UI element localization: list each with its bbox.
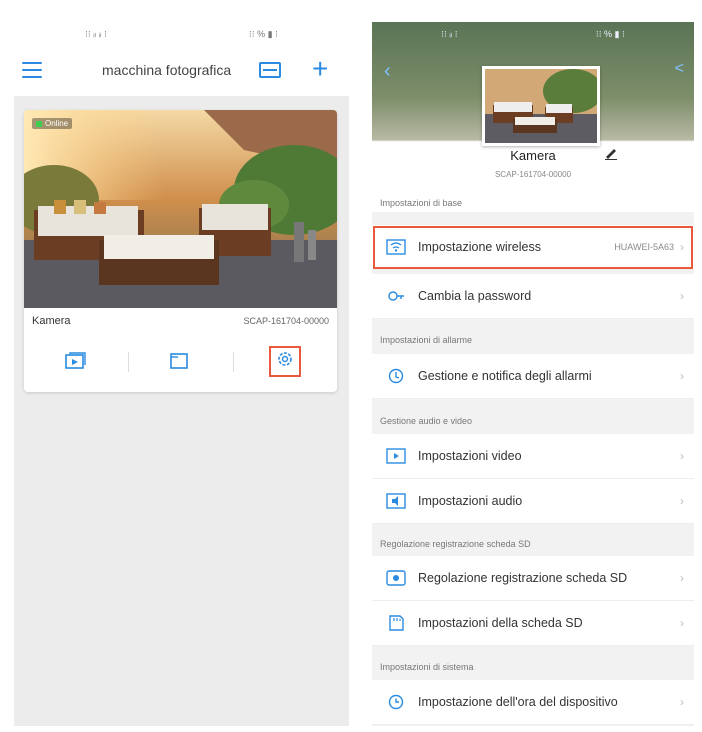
camera-settings-screen: ⁝⁝ ᵢₗ ⁝ ⁝⁝ % ▮ ⁝ ‹ < Kamera SCAP-161704-…: [372, 22, 694, 726]
alarm-icon: [388, 368, 404, 384]
chevron-right-icon: ›: [680, 240, 684, 254]
edit-icon[interactable]: [604, 146, 618, 160]
row-label: Impostazione wireless: [418, 240, 541, 254]
camera-name: Kamera: [32, 315, 71, 327]
device-thumbnail: [482, 66, 600, 146]
sd-card-icon: [389, 615, 404, 631]
gear-icon: [278, 351, 292, 366]
camera-info: Kamera SCAP-161704-00000: [24, 310, 337, 332]
chevron-right-icon: ›: [680, 449, 684, 463]
video-settings-row[interactable]: Impostazioni video ›: [372, 434, 694, 479]
status-left-text: ⁝⁝ ᵢₗ ᵢₗ ⁝: [85, 28, 107, 39]
status-right-text: ⁝⁝ % ▮ ⁝: [595, 28, 625, 39]
chevron-right-icon: ›: [680, 369, 684, 383]
wifi-network-name: HUAWEI-5A63: [614, 242, 674, 252]
online-badge: Online: [32, 118, 73, 129]
status-bar-right: ⁝⁝ ᵢₗ ⁝ ⁝⁝ % ▮ ⁝: [372, 22, 694, 46]
section-title-sd: Regolazione registrazione scheda SD: [380, 539, 531, 549]
chevron-right-icon: ›: [680, 616, 684, 630]
top-bar: macchina fotografica +: [14, 46, 349, 96]
device-uid: SCAP-161704-00000: [494, 170, 572, 179]
section-title-alarm: Impostazioni di allarme: [380, 335, 473, 345]
camera-card[interactable]: Online Kamera SCAP-161704-00000: [24, 110, 337, 392]
camera-preview-image[interactable]: [24, 110, 337, 308]
back-icon[interactable]: ‹: [384, 60, 391, 83]
camera-actions: [24, 342, 337, 380]
device-time-row[interactable]: Impostazione dell'ora del dispositivo ›: [372, 680, 694, 725]
chevron-right-icon: ›: [680, 695, 684, 709]
menu-icon[interactable]: [22, 62, 42, 78]
audio-icon: [386, 493, 406, 509]
chevron-right-icon: ›: [680, 571, 684, 585]
chevron-right-icon: ›: [680, 289, 684, 303]
playback-icon: [65, 352, 86, 369]
cloud-button[interactable]: [128, 346, 232, 376]
row-label: Regolazione registrazione scheda SD: [418, 571, 628, 585]
row-label: Impostazioni video: [418, 449, 522, 463]
share-icon[interactable]: <: [675, 60, 684, 78]
alarm-management-row[interactable]: Gestione e notifica degli allarmi ›: [372, 354, 694, 399]
row-label: Impostazioni audio: [418, 494, 523, 508]
section-title-system: Impostazioni di sistema: [380, 662, 474, 672]
camera-list-screen: ⁝⁝ ᵢₗ ᵢₗ ⁝ ⁝⁝ % ▮ ⁝ macchina fotografica…: [14, 22, 349, 726]
status-bar: ⁝⁝ ᵢₗ ᵢₗ ⁝ ⁝⁝ % ▮ ⁝: [14, 22, 349, 46]
sd-card-settings-row[interactable]: Impostazioni della scheda SD ›: [372, 601, 694, 646]
device-name: Kamera: [510, 148, 556, 163]
sd-recording-row[interactable]: Regolazione registrazione scheda SD ›: [372, 556, 694, 601]
clock-icon: [388, 694, 404, 710]
page-title: macchina fotografica: [102, 62, 232, 78]
row-label: Cambia la password: [418, 289, 532, 303]
key-icon: [388, 291, 404, 301]
device-header: ⁝⁝ ᵢₗ ⁝ ⁝⁝ % ▮ ⁝ ‹ < Kamera SCAP-161704-…: [372, 22, 694, 212]
record-icon: [386, 570, 406, 586]
online-status-icon: [36, 120, 42, 127]
online-label: Online: [45, 119, 69, 128]
add-device-icon[interactable]: +: [312, 50, 328, 88]
row-label: Gestione e notifica degli allarmi: [418, 369, 592, 383]
row-label: Impostazioni della scheda SD: [418, 616, 583, 630]
audio-settings-row[interactable]: Impostazioni audio ›: [372, 479, 694, 524]
video-icon: [386, 448, 406, 464]
chevron-right-icon: ›: [680, 494, 684, 508]
status-right-text: ⁝⁝ % ▮ ⁝: [248, 28, 278, 39]
playback-button[interactable]: [24, 346, 128, 376]
section-title-av: Gestione audio e video: [380, 416, 473, 426]
camera-uid: SCAP-161704-00000: [243, 316, 329, 326]
change-password-row[interactable]: Cambia la password ›: [372, 274, 694, 319]
settings-button[interactable]: [232, 345, 337, 377]
wifi-icon: [386, 239, 406, 255]
status-left-text: ⁝⁝ ᵢₗ ⁝: [441, 28, 458, 39]
section-title-basic: Impostazioni di base: [380, 198, 463, 208]
folder-icon: [170, 353, 189, 369]
list-view-icon[interactable]: [259, 62, 281, 78]
wireless-settings-row[interactable]: Impostazione wireless HUAWEI-5A63 ›: [372, 225, 694, 270]
row-label: Impostazione dell'ora del dispositivo: [418, 695, 618, 709]
